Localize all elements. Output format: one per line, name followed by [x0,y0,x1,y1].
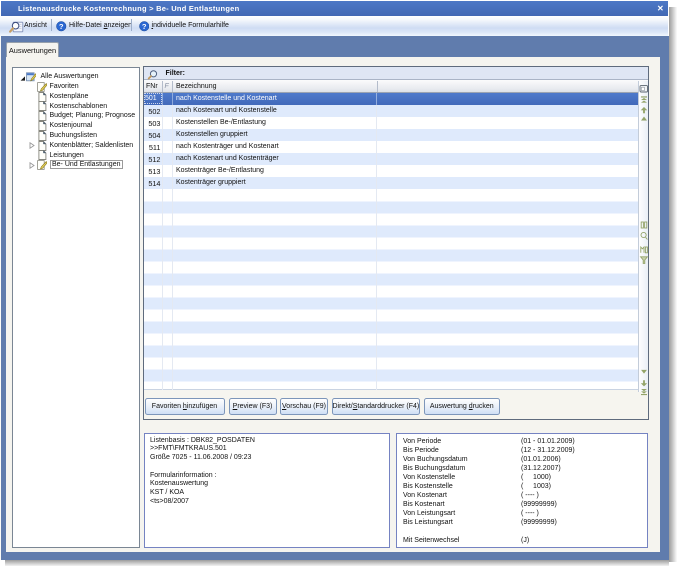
svg-text:?: ? [141,22,146,31]
svg-text:?: ? [59,22,64,31]
